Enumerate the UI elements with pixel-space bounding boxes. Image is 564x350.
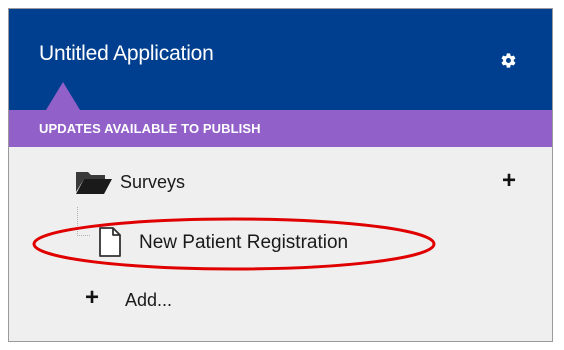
plus-icon: + [84,284,99,311]
folder-open-icon [75,169,113,195]
surveys-folder-label: Surveys [120,172,186,192]
navigation-tree: Surveys + New Patient Registration + Add… [9,147,552,341]
updates-banner[interactable]: UPDATES AVAILABLE TO PUBLISH [9,110,552,147]
add-survey-plus-icon[interactable]: + [500,169,518,193]
app-panel: Untitled Application UPDATES AVAILABLE T… [8,8,553,342]
add-item-action[interactable]: + Add... [9,279,552,319]
gear-icon[interactable] [500,52,517,69]
document-icon [97,226,123,258]
app-header: Untitled Application [9,9,552,110]
add-item-label: Add... [125,290,173,310]
app-title[interactable]: Untitled Application [39,42,214,66]
header-pointer [46,82,80,110]
tree-item-new-patient-registration[interactable]: New Patient Registration [9,207,552,261]
tree-folder-surveys[interactable]: Surveys + [9,161,552,201]
updates-banner-text: UPDATES AVAILABLE TO PUBLISH [39,121,261,136]
survey-item-label: New Patient Registration [139,232,349,253]
tree-connector-line [77,207,90,236]
